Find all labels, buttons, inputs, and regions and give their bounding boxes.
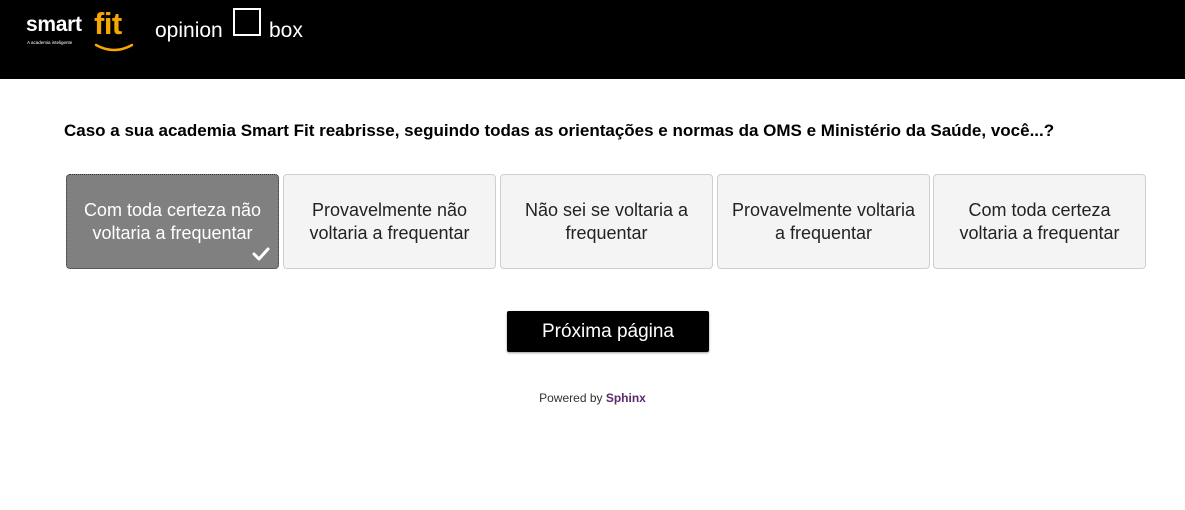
- option-label: Não sei se voltaria a frequentar: [524, 199, 689, 243]
- option-1[interactable]: Com toda certeza não voltaria a frequent…: [66, 174, 279, 269]
- smartfit-logo-word: smart: [26, 13, 82, 36]
- opinionbox-logo-word: opinion: [155, 19, 223, 42]
- checkmark-icon: [252, 247, 270, 261]
- square-icon: [233, 8, 261, 36]
- next-page-button[interactable]: Próxima página: [507, 311, 709, 352]
- smartfit-logo-fit: fit: [94, 6, 122, 41]
- option-4[interactable]: Provavelmente voltaria a frequentar: [717, 174, 930, 269]
- option-label: Com toda certeza voltaria a frequentar: [959, 199, 1120, 243]
- smartfit-tagline: A academia inteligente: [27, 40, 73, 45]
- option-label: Com toda certeza não voltaria a frequent…: [83, 199, 262, 243]
- powered-by-text: Powered by: [539, 391, 603, 405]
- option-label: Provavelmente voltaria a frequentar: [731, 199, 916, 243]
- option-5[interactable]: Com toda certeza voltaria a frequentar: [933, 174, 1146, 269]
- question-text: Caso a sua academia Smart Fit reabrisse,…: [64, 121, 1055, 140]
- option-3[interactable]: Não sei se voltaria a frequentar: [500, 174, 713, 269]
- opinionbox-logo-box: box: [269, 19, 303, 42]
- option-2[interactable]: Provavelmente não voltaria a frequentar: [283, 174, 496, 269]
- sphinx-brand[interactable]: Sphinx: [606, 391, 646, 405]
- powered-by: Powered by Sphinx: [0, 391, 1185, 405]
- option-label: Provavelmente não voltaria a frequentar: [309, 199, 470, 243]
- answer-options: Com toda certeza não voltaria a frequent…: [66, 174, 1147, 270]
- smile-icon: [94, 43, 134, 52]
- smartfit-logo: smart fit A academia inteligente: [26, 6, 138, 54]
- top-bar: smart fit A academia inteligente opinion…: [0, 0, 1185, 79]
